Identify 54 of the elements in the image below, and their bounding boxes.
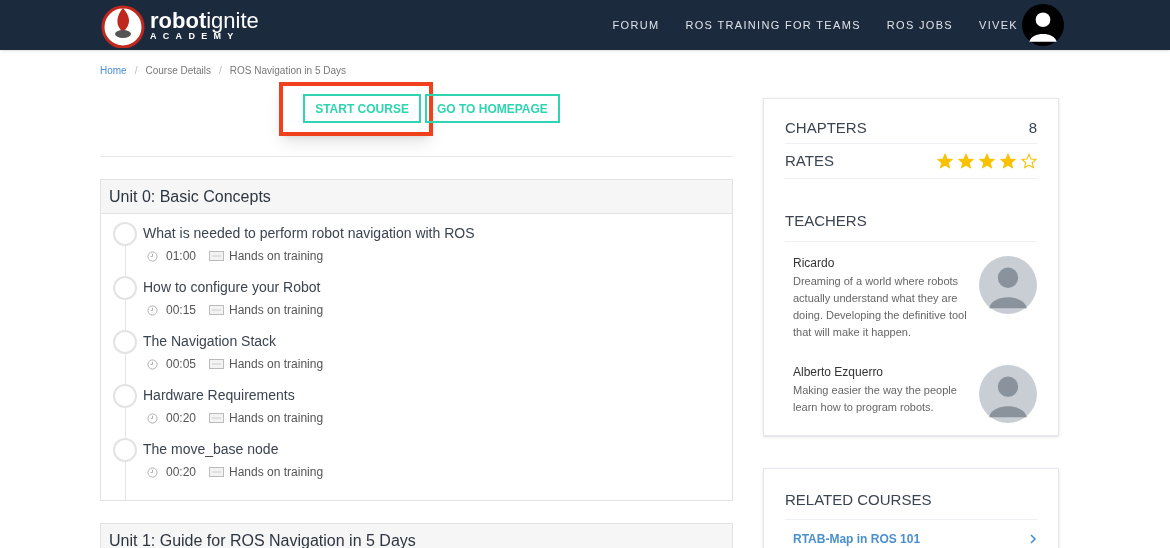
unit-header[interactable]: Unit 0: Basic Concepts (101, 180, 732, 214)
lesson-duration: 00:15 (166, 302, 197, 319)
rates-label: RATES (785, 150, 834, 171)
clock-icon (147, 304, 158, 316)
lesson-type: Hands on training (229, 410, 324, 427)
keyboard-icon (209, 305, 225, 315)
lesson-type: Hands on training (229, 356, 324, 373)
lesson-link[interactable]: Hardware Requirements (143, 384, 324, 406)
clock-icon (147, 466, 158, 478)
breadcrumb-item: ROS Navigation in 5 Days (229, 64, 346, 78)
star-icon (979, 153, 995, 169)
keyboard-icon (209, 413, 225, 423)
keyboard-icon (209, 359, 225, 369)
nav-link[interactable]: VIVEK (979, 16, 1018, 34)
star-icon (1021, 153, 1037, 169)
chapters-label: CHAPTERS (785, 117, 867, 138)
nav-link[interactable]: FORUM (612, 16, 660, 34)
lesson-duration: 01:00 (166, 248, 197, 265)
keyboard-icon (209, 467, 225, 477)
breadcrumb-item: Course Details (145, 64, 212, 78)
teacher-bio: Making easier the way the people learn how to program robots. (793, 382, 958, 415)
clock-icon (147, 250, 158, 262)
lesson-link[interactable]: The Navigation Stack (143, 330, 324, 352)
clock-icon (147, 358, 158, 370)
breadcrumb-separator: / (219, 64, 222, 78)
chevron-right-icon (1029, 534, 1037, 544)
lesson-duration: 00:05 (166, 356, 197, 373)
lesson-type: Hands on training (229, 302, 324, 319)
chapters-count: 8 (1028, 117, 1037, 138)
related-heading: RELATED COURSES (785, 488, 1037, 520)
teacher-name: Alberto Ezquerro (793, 363, 885, 381)
nav-link[interactable]: ROS TRAINING FOR TEAMS (685, 16, 861, 34)
unit-header[interactable]: Unit 1: Guide for ROS Navigation in 5 Days (101, 524, 732, 548)
logo-wordmark: robotignite (150, 9, 259, 32)
star-icon (1000, 153, 1016, 169)
lesson-link[interactable]: How to configure your Robot (143, 276, 324, 298)
nav-link[interactable]: ROS JOBS (886, 16, 953, 34)
avatar (979, 364, 1037, 423)
star-icon (958, 153, 974, 169)
keyboard-icon (209, 251, 225, 261)
avatar (979, 255, 1037, 314)
lesson-type: Hands on training (229, 464, 324, 481)
teacher-bio: Dreaming of a world where robots actually understand what they are doing. Developing the definitive tool that will make it happen. (793, 273, 968, 340)
avatar (1022, 4, 1064, 46)
clock-icon (147, 412, 158, 424)
breadcrumb-separator: / (134, 64, 138, 78)
teachers-heading: TEACHERS (785, 210, 1037, 242)
lesson-link[interactable]: What is needed to perform robot navigation with ROS (143, 222, 475, 244)
star-icon (937, 153, 953, 169)
teacher-name: Ricardo (793, 254, 836, 272)
lesson-duration: 00:20 (166, 464, 197, 481)
lesson-duration: 00:20 (166, 410, 197, 427)
lesson-type: Hands on training (229, 248, 324, 265)
lesson-link[interactable]: The move_base node (143, 438, 324, 460)
